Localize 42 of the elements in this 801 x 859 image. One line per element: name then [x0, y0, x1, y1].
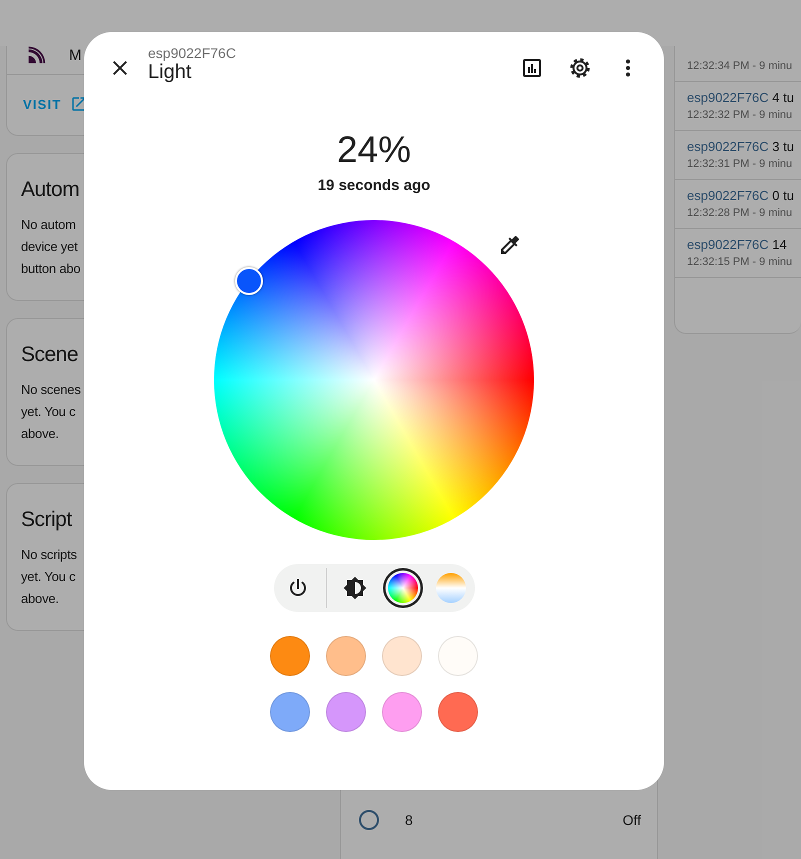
log-message: esp9022F76C 14: [687, 237, 788, 252]
entity-state: Off: [622, 812, 641, 828]
color-preset[interactable]: [270, 636, 310, 676]
last-changed: 19 seconds ago: [318, 177, 430, 194]
visit-link[interactable]: VISIT: [23, 96, 62, 112]
brightness-icon[interactable]: [342, 576, 366, 600]
device-name: M: [69, 46, 82, 64]
log-time: 12:32:32 PM - 9 minu: [687, 109, 794, 121]
color-preset[interactable]: [438, 692, 478, 732]
settings-icon[interactable]: [568, 56, 592, 80]
log-message: esp9022F76C 4 tu: [687, 90, 795, 105]
color-preset[interactable]: [382, 692, 422, 732]
log-time: 12:32:15 PM - 9 minu: [687, 256, 794, 268]
card-text: above.: [21, 590, 60, 608]
color-preset[interactable]: [326, 636, 366, 676]
card-text: device yet: [21, 238, 79, 256]
color-preset[interactable]: [326, 692, 366, 732]
chart-icon[interactable]: [520, 56, 544, 80]
card-text: yet. You c: [21, 403, 76, 421]
log-time: 12:32:31 PM - 9 minu: [687, 158, 794, 170]
log-time: 12:32:28 PM - 9 minu: [687, 207, 794, 219]
color-preset[interactable]: [438, 636, 478, 676]
card-text: No scripts: [21, 546, 78, 564]
card-text: No scenes: [21, 381, 82, 399]
entity-name: 8: [405, 812, 414, 828]
log-message: esp9022F76C 0 tu: [687, 188, 795, 203]
card-text: No autom: [21, 216, 77, 234]
radio-button[interactable]: [359, 810, 379, 830]
card-title: Script: [21, 507, 73, 533]
dialog-subtitle: esp9022F76C: [148, 44, 237, 60]
color-preset[interactable]: [382, 636, 422, 676]
card-text: yet. You c: [21, 568, 76, 586]
log-message: esp9022F76C 3 tu: [687, 139, 795, 154]
card-text: button abo: [21, 260, 82, 278]
card-title: Autom: [21, 177, 80, 203]
color-preset[interactable]: [270, 692, 310, 732]
color-handle[interactable]: [235, 267, 263, 295]
dialog-title: Light: [148, 60, 192, 84]
brightness-value: 24%: [336, 129, 412, 171]
card-title: Scene: [21, 342, 80, 368]
log-time: 12:32:34 PM - 9 minu: [687, 60, 794, 72]
card-text: above.: [21, 425, 60, 443]
